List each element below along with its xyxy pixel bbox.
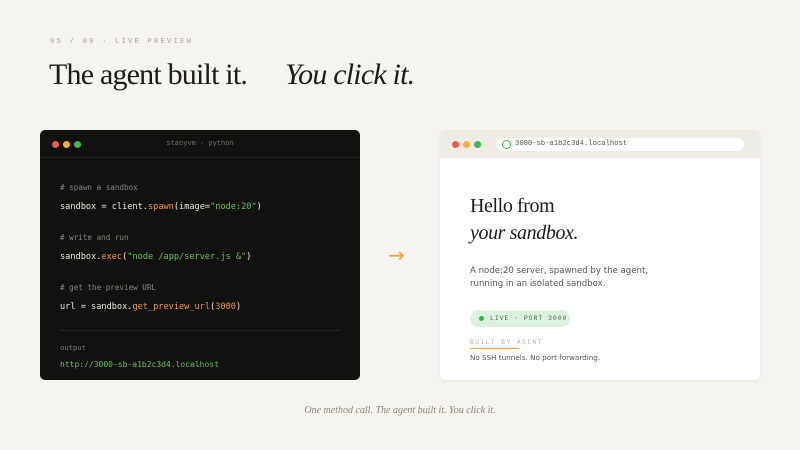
minimize-dot-icon[interactable]	[463, 141, 470, 148]
code-comment: # get the preview URL	[60, 283, 157, 292]
live-status-dot-icon	[479, 316, 484, 321]
status-badge: LIVE · PORT 3000	[470, 310, 570, 327]
headline-plain: The agent built it.	[49, 58, 248, 91]
built-note: No SSH tunnels. No port forwarding.	[470, 353, 601, 362]
browser-preview-window: 3000-sb-a1b2c3d4.localhost Hello from yo…	[440, 130, 760, 380]
page-heading: Hello from	[470, 195, 555, 217]
slide-headline: The agent built it. You click it.	[49, 58, 415, 92]
accent-underline	[470, 348, 519, 349]
right-arrow-icon: →	[388, 243, 405, 267]
address-url: 3000-sb-a1b2c3d4.localhost	[515, 140, 628, 148]
secure-lock-icon	[502, 140, 511, 149]
terminal-title: stacyvm · python	[166, 140, 234, 148]
headline-italic: You click it.	[285, 58, 415, 91]
code-terminal-window: stacyvm · python # spawn a sandbox sandb…	[40, 130, 360, 380]
slide-eyebrow: 05 / 09 · LIVE PREVIEW	[50, 38, 194, 46]
output-url: http://3000-sb-a1b2c3d4.localhost	[60, 360, 219, 369]
close-dot-icon[interactable]	[452, 141, 459, 148]
slide-caption: One method call. The agent built it. You…	[304, 405, 496, 416]
output-divider	[60, 330, 340, 331]
address-bar[interactable]: 3000-sb-a1b2c3d4.localhost	[496, 138, 744, 151]
page-description: A node:20 server, spawned by the agent, …	[470, 266, 649, 289]
code-comment: # spawn a sandbox	[60, 183, 138, 192]
page-heading-italic: your sandbox.	[470, 222, 579, 244]
terminal-titlebar: stacyvm · python	[40, 130, 360, 158]
code-comment: # write and run	[60, 233, 129, 242]
code-line-spawn: sandbox = client.spawn(image="node:20")	[60, 202, 262, 212]
browser-toolbar: 3000-sb-a1b2c3d4.localhost	[440, 130, 760, 158]
status-badge-label: LIVE · PORT 3000	[490, 315, 568, 322]
output-label: output	[60, 343, 86, 352]
built-by-label: BUILT BY AGENT	[470, 339, 543, 346]
code-line-preview-url: url = sandbox.get_preview_url(3000)	[60, 302, 242, 312]
code-line-exec: sandbox.exec("node /app/server.js &")	[60, 252, 252, 262]
maximize-dot-icon[interactable]	[474, 141, 481, 148]
